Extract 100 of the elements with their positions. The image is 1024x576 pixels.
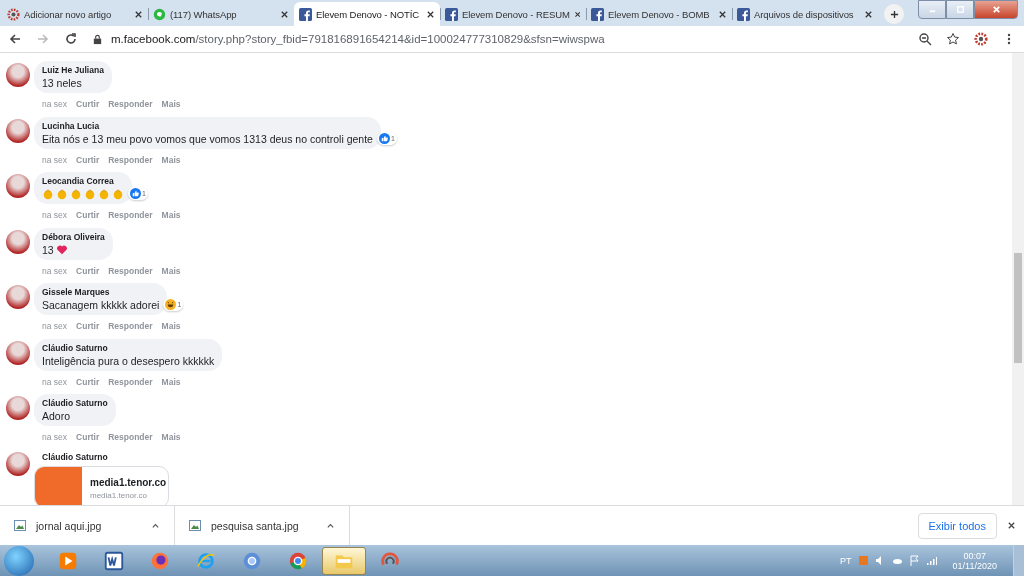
browser-tab[interactable]: Elevem Denovo - NOTÍC: [294, 2, 440, 26]
clapping-hands-icon: [56, 188, 68, 200]
comment-time: na sex: [42, 321, 68, 331]
comment-action-link[interactable]: Responder: [108, 265, 153, 276]
comment-action-link[interactable]: Mais: [161, 376, 181, 387]
avatar[interactable]: [6, 174, 30, 198]
maximize-button[interactable]: [946, 0, 974, 19]
comment-text: 13: [42, 243, 54, 256]
zoom-out-icon[interactable]: [918, 32, 932, 46]
facebook-icon: [299, 7, 312, 21]
close-icon[interactable]: [280, 9, 289, 19]
reload-icon[interactable]: [64, 32, 78, 46]
comment-time: na sex: [42, 265, 68, 276]
browser-tab[interactable]: Elevem Denovo - RESUM: [440, 2, 586, 26]
browser-tab[interactable]: Elevem Denovo - BOMB: [586, 2, 732, 26]
comment-action-link[interactable]: Mais: [161, 99, 181, 109]
comment-author[interactable]: Luiz He Juliana: [42, 65, 104, 75]
star-icon[interactable]: [946, 32, 960, 46]
avatar[interactable]: [6, 396, 30, 420]
close-icon[interactable]: [573, 9, 581, 19]
back-icon[interactable]: [8, 32, 22, 46]
scrollbar-thumb[interactable]: [1014, 253, 1022, 363]
comment-action-link[interactable]: Mais: [161, 265, 181, 276]
comment-author[interactable]: Cláudio Saturno: [42, 398, 108, 408]
start-button[interactable]: [4, 545, 34, 576]
comment-action-link[interactable]: Curtir: [76, 265, 100, 276]
browser-tab[interactable]: Adicionar novo artigo: [2, 2, 148, 26]
comment-action-link[interactable]: Responder: [108, 210, 153, 220]
comment-time: na sex: [42, 154, 68, 165]
minimize-button[interactable]: [918, 0, 946, 19]
close-icon: [991, 5, 1001, 14]
browser-tab[interactable]: Arquivos de dispositivos: [732, 2, 878, 26]
image-file-icon: [189, 520, 201, 531]
comment-author[interactable]: Cláudio Saturno: [42, 342, 215, 353]
comment-author[interactable]: Lucinha Lucia: [42, 120, 373, 131]
browser-tab[interactable]: (117) WhatsApp: [148, 2, 294, 26]
avatar[interactable]: [6, 451, 30, 476]
gear-icon: [7, 7, 20, 21]
chat-bubble-icon: [153, 7, 166, 21]
avatar[interactable]: [6, 340, 30, 365]
show-all-button[interactable]: Exibir todos: [917, 512, 997, 539]
avatar[interactable]: [6, 229, 30, 254]
word-icon: [104, 551, 124, 570]
language-indicator[interactable]: PT: [840, 555, 852, 566]
comment-author[interactable]: Débora Oliveira: [42, 231, 105, 242]
comment-action-link[interactable]: Responder: [108, 154, 153, 165]
comment-author[interactable]: Gissele Marques: [42, 287, 160, 297]
lock-icon[interactable]: [92, 33, 103, 45]
ring-icon: [381, 552, 399, 565]
avatar[interactable]: [6, 285, 30, 309]
close-icon[interactable]: [864, 9, 873, 19]
close-icon[interactable]: [134, 9, 143, 19]
new-tab-button[interactable]: [884, 4, 904, 24]
link-title: media1.tenor.co: [90, 476, 167, 488]
avatar[interactable]: [6, 118, 30, 143]
image-placeholder: [35, 466, 82, 505]
close-icon[interactable]: [426, 9, 435, 19]
signal-icon[interactable]: [925, 555, 937, 566]
avatar[interactable]: [6, 63, 30, 87]
clapping-hands-icon: [112, 188, 124, 200]
comment-author[interactable]: Cláudio Saturno: [42, 451, 108, 462]
comment-action-link[interactable]: Curtir: [76, 99, 100, 109]
comment-action-link[interactable]: Responder: [108, 321, 153, 331]
caret-icon[interactable]: [151, 521, 160, 530]
comment-action-link[interactable]: Curtir: [76, 210, 100, 220]
comment-action-link[interactable]: Curtir: [76, 376, 100, 387]
comment-action-link[interactable]: Mais: [161, 210, 181, 220]
comment-action-link[interactable]: Mais: [161, 321, 181, 331]
close-button[interactable]: [974, 0, 1018, 19]
internet-explorer-icon: [197, 552, 215, 569]
taskbar-app[interactable]: [322, 546, 366, 575]
url-host[interactable]: m.facebook.com: [111, 33, 196, 45]
thumbs-up-icon: [130, 188, 142, 199]
laughing-face-icon: [165, 299, 177, 310]
comment-action-link[interactable]: Mais: [161, 432, 181, 442]
close-icon[interactable]: [718, 9, 727, 19]
url-path[interactable]: /story.php?story_fbid=791816891654214&id=100024777310829&sfsn=wiwspwa: [195, 33, 605, 45]
caret-icon[interactable]: [326, 521, 335, 530]
close-icon[interactable]: [1007, 521, 1016, 530]
facebook-icon: [445, 7, 458, 21]
chromium-icon: [243, 552, 261, 569]
comment-text: Eita nós e 13 meu povo vomos que vomos 1313 deus no controli gente: [42, 132, 373, 145]
comment-action-link[interactable]: Responder: [108, 432, 153, 442]
comment-author[interactable]: Leocandia Correa: [42, 176, 124, 186]
comment-action-link[interactable]: Curtir: [76, 321, 100, 331]
firefox-icon: [151, 552, 169, 569]
clock-time[interactable]: 00:07: [963, 550, 987, 561]
gear-icon[interactable]: [974, 32, 988, 46]
comment-text: Sacanagem kkkkk adorei: [42, 299, 160, 311]
clock-date[interactable]: 01/11/2020: [952, 560, 997, 571]
link-domain: media1.tenor.co: [90, 490, 148, 500]
comment-text: Inteligência pura o desespero kkkkkk: [42, 354, 215, 367]
folder-icon: [335, 555, 353, 568]
clapping-hands-icon: [98, 188, 110, 200]
comment-action-link[interactable]: Curtir: [76, 432, 100, 442]
play-icon: [59, 552, 77, 569]
comment-action-link[interactable]: Mais: [161, 154, 181, 165]
comment-action-link[interactable]: Responder: [108, 376, 153, 387]
comment-action-link[interactable]: Responder: [108, 99, 153, 109]
comment-action-link[interactable]: Curtir: [76, 154, 100, 165]
